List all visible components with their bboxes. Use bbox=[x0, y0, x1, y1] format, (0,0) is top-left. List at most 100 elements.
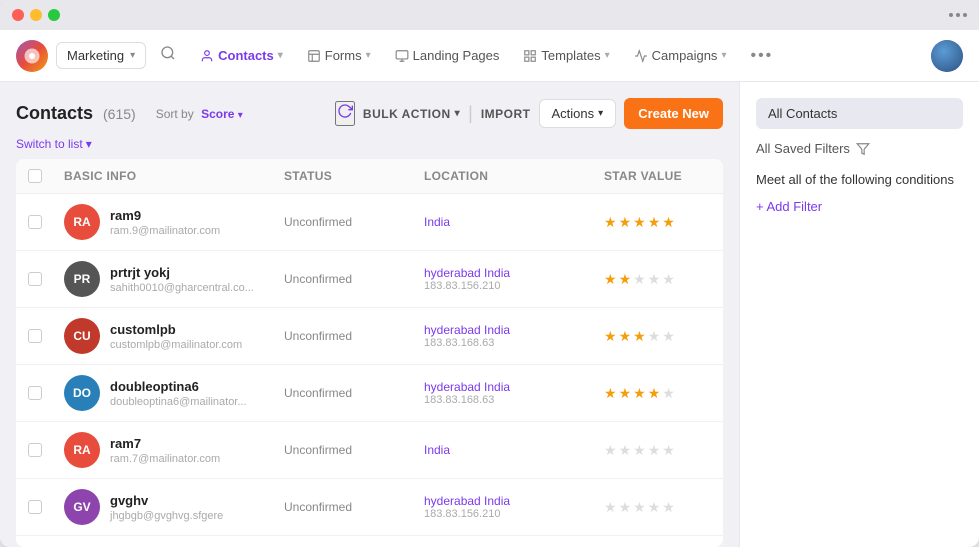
row-checkbox-cell bbox=[28, 386, 64, 400]
star-rating[interactable]: ★★★★★ bbox=[604, 442, 723, 459]
row-checkbox[interactable] bbox=[28, 329, 42, 343]
contacts-chevron: ▾ bbox=[278, 50, 283, 61]
location-city: hyderabad India bbox=[424, 494, 604, 508]
templates-chevron: ▾ bbox=[605, 50, 610, 61]
row-checkbox[interactable] bbox=[28, 386, 42, 400]
contact-location: hyderabad India 183.83.156.210 bbox=[424, 494, 604, 520]
saved-filters-button[interactable]: All Saved Filters bbox=[756, 141, 963, 156]
contact-details: doubleoptina6 doubleoptina6@mailinator..… bbox=[110, 379, 247, 408]
nav-item-campaigns[interactable]: Campaigns ▾ bbox=[624, 42, 737, 69]
switch-to-list[interactable]: Switch to list ▾ bbox=[16, 137, 723, 151]
refresh-button[interactable] bbox=[335, 101, 355, 126]
filter-icon bbox=[856, 142, 870, 156]
star-rating[interactable]: ★★★★★ bbox=[604, 385, 723, 402]
contact-email: ram.9@mailinator.com bbox=[110, 225, 220, 237]
sort-chevron: ▾ bbox=[238, 110, 243, 121]
contact-email: doubleoptina6@mailinator... bbox=[110, 396, 247, 408]
workspace-chevron: ▾ bbox=[130, 50, 135, 61]
star-rating[interactable]: ★★★★★ bbox=[604, 271, 723, 288]
toolbar-separator: | bbox=[468, 103, 473, 124]
star: ★ bbox=[619, 328, 632, 345]
star: ★ bbox=[648, 271, 661, 288]
contact-location: hyderabad India 183.83.168.63 bbox=[424, 380, 604, 406]
star: ★ bbox=[662, 328, 675, 345]
switch-chevron: ▾ bbox=[86, 137, 92, 151]
forms-chevron: ▾ bbox=[366, 50, 371, 61]
nav-more-button[interactable]: ••• bbox=[740, 41, 783, 71]
table-row: RA ram7 ram.7@mailinator.com Unconfirmed… bbox=[16, 422, 723, 479]
row-checkbox[interactable] bbox=[28, 500, 42, 514]
star: ★ bbox=[619, 385, 632, 402]
maximize-button[interactable] bbox=[48, 9, 60, 21]
row-checkbox[interactable] bbox=[28, 443, 42, 457]
star-rating[interactable]: ★★★★★ bbox=[604, 499, 723, 516]
toolbar-right: BULK ACTION ▾ | IMPORT Actions ▾ Create … bbox=[335, 98, 723, 129]
sort-by-label: Sort by Score ▾ bbox=[156, 107, 243, 121]
create-new-button[interactable]: Create New bbox=[624, 98, 723, 129]
contact-info: DO doubleoptina6 doubleoptina6@mailinato… bbox=[64, 375, 284, 411]
workspace-selector[interactable]: Marketing ▾ bbox=[56, 42, 146, 69]
nav-forms-label: Forms bbox=[325, 48, 362, 63]
location-city: hyderabad India bbox=[424, 380, 604, 394]
campaigns-chevron: ▾ bbox=[721, 50, 726, 61]
row-checkbox-cell bbox=[28, 443, 64, 457]
contact-email: sahith0010@gharcentral.co... bbox=[110, 282, 254, 294]
contact-details: ram9 ram.9@mailinator.com bbox=[110, 208, 220, 237]
avatar: CU bbox=[64, 318, 100, 354]
contact-details: gvghv jhgbgb@gvghvg.sfgere bbox=[110, 493, 223, 522]
actions-chevron: ▾ bbox=[598, 108, 603, 119]
location-city: hyderabad India bbox=[424, 323, 604, 337]
app-logo[interactable] bbox=[16, 40, 48, 72]
bulk-action-button[interactable]: BULK ACTION ▾ bbox=[363, 107, 460, 121]
campaigns-icon bbox=[634, 49, 648, 63]
avatar: GV bbox=[64, 489, 100, 525]
star: ★ bbox=[648, 499, 661, 516]
nav-item-templates[interactable]: Templates ▾ bbox=[513, 42, 619, 69]
nav-item-contacts[interactable]: Contacts ▾ bbox=[190, 42, 293, 69]
contact-status: Unconfirmed bbox=[284, 272, 424, 286]
avatar: RA bbox=[64, 432, 100, 468]
star-rating[interactable]: ★★★★★ bbox=[604, 328, 723, 345]
contact-details: ram7 ram.7@mailinator.com bbox=[110, 436, 220, 465]
table-body: RA ram9 ram.9@mailinator.com Unconfirmed… bbox=[16, 194, 723, 547]
actions-button[interactable]: Actions ▾ bbox=[539, 99, 617, 128]
user-avatar[interactable] bbox=[931, 40, 963, 72]
add-filter-button[interactable]: + Add Filter bbox=[756, 199, 963, 214]
contact-details: customlpb customlpb@mailinator.com bbox=[110, 322, 242, 351]
nav-item-forms[interactable]: Forms ▾ bbox=[297, 42, 381, 69]
import-button[interactable]: IMPORT bbox=[481, 107, 531, 121]
nav-campaigns-label: Campaigns bbox=[652, 48, 718, 63]
row-checkbox[interactable] bbox=[28, 272, 42, 286]
all-contacts-button[interactable]: All Contacts bbox=[756, 98, 963, 129]
contact-email: jhgbgb@gvghvg.sfgere bbox=[110, 510, 223, 522]
contact-info: CU customlpb customlpb@mailinator.com bbox=[64, 318, 284, 354]
close-button[interactable] bbox=[12, 9, 24, 21]
contact-info: GV gvghv jhgbgb@gvghvg.sfgere bbox=[64, 489, 284, 525]
select-all-checkbox[interactable] bbox=[28, 169, 42, 183]
contact-status: Unconfirmed bbox=[284, 215, 424, 229]
star: ★ bbox=[604, 385, 617, 402]
search-button[interactable] bbox=[154, 39, 182, 72]
star: ★ bbox=[633, 499, 646, 516]
contact-status: Unconfirmed bbox=[284, 443, 424, 457]
templates-icon bbox=[523, 49, 537, 63]
sort-value[interactable]: Score bbox=[201, 107, 234, 121]
table-row: GV gvghv jhgbgb@gvghvg.sfgere Unconfirme… bbox=[16, 479, 723, 536]
star: ★ bbox=[662, 499, 675, 516]
nav-landing-pages-label: Landing Pages bbox=[413, 48, 500, 63]
star: ★ bbox=[648, 214, 661, 231]
star: ★ bbox=[619, 442, 632, 459]
minimize-button[interactable] bbox=[30, 9, 42, 21]
star: ★ bbox=[604, 214, 617, 231]
contact-location: hyderabad India 183.83.156.210 bbox=[424, 266, 604, 292]
contact-info: RA ram7 ram.7@mailinator.com bbox=[64, 432, 284, 468]
table-row: DO doubleoptina6 doubleoptina6@mailinato… bbox=[16, 365, 723, 422]
row-checkbox[interactable] bbox=[28, 215, 42, 229]
titlebar-menu bbox=[949, 13, 967, 17]
star: ★ bbox=[648, 385, 661, 402]
star-rating[interactable]: ★★★★★ bbox=[604, 214, 723, 231]
th-star-value: Star Value bbox=[604, 169, 723, 183]
nav-item-landing-pages[interactable]: Landing Pages bbox=[385, 42, 510, 69]
titlebar bbox=[0, 0, 979, 30]
contact-status: Unconfirmed bbox=[284, 329, 424, 343]
